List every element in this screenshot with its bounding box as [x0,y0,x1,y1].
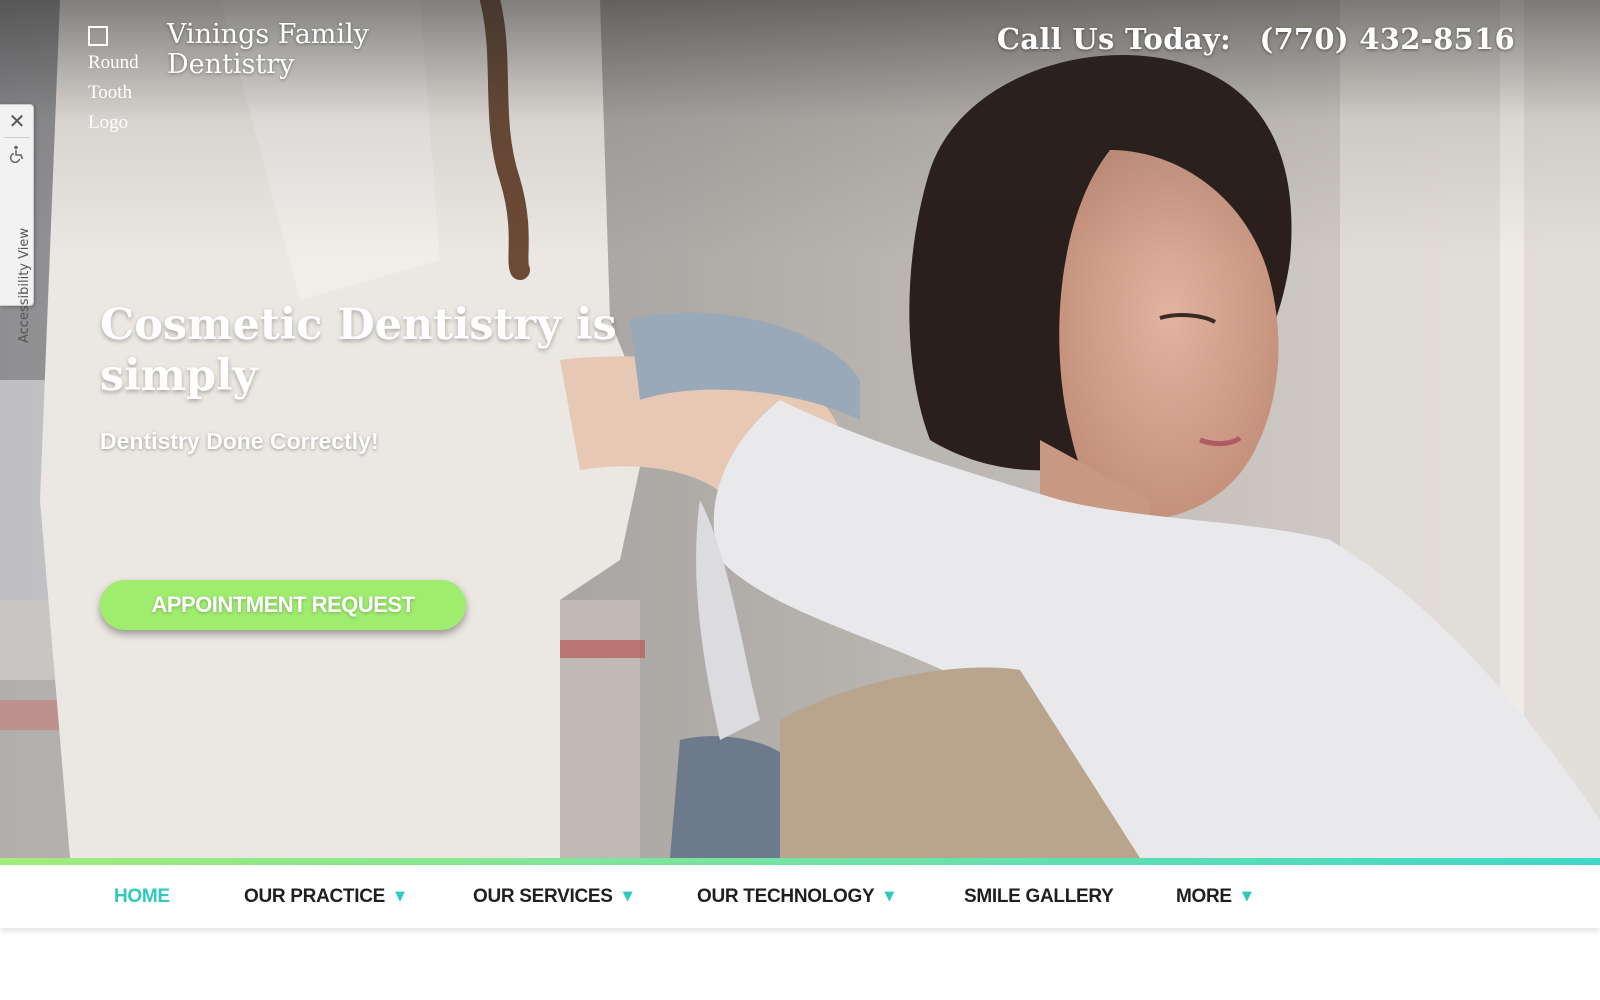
wheelchair-icon [9,145,24,163]
site-logo[interactable]: Round Tooth Logo [88,26,150,138]
nav-item-label: OUR TECHNOLOGY [697,885,875,907]
nav-item-label: HOME [114,885,170,907]
broken-image-icon [88,26,108,46]
divider [4,137,30,138]
dropdown-caret-icon: ▼ [1241,889,1252,904]
phone-link[interactable]: (770) 432-8516 [1259,22,1515,56]
nav-item-our-technology[interactable]: OUR TECHNOLOGY ▼ [697,865,894,928]
nav-item-our-practice[interactable]: OUR PRACTICE ▼ [244,865,405,928]
nav-item-smile-gallery[interactable]: SMILE GALLERY [964,865,1114,928]
close-icon[interactable]: ✕ [7,111,27,131]
nav-accent-bar [0,858,1600,865]
accessibility-view-label: Accessibility View [17,228,32,343]
logo-alt-text: Round [88,52,139,73]
nav-item-our-services[interactable]: OUR SERVICES ▼ [473,865,633,928]
brand-name[interactable]: Vinings Family Dentistry [167,20,397,80]
dropdown-caret-icon: ▼ [622,889,633,904]
nav-item-label: OUR SERVICES [473,885,613,907]
logo-alt-text: Logo [88,112,129,133]
dropdown-caret-icon: ▼ [395,889,405,904]
hero-headline: Cosmetic Dentistry is simply [100,300,617,401]
nav-item-label: SMILE GALLERY [964,885,1114,907]
nav-item-more[interactable]: MORE ▼ [1176,865,1252,928]
hero-subheadline: Dentistry Done Correctly! [100,428,379,454]
logo-alt-text: Tooth [88,82,133,103]
main-nav: HOME OUR PRACTICE ▼ OUR SERVICES ▼ OUR T… [0,865,1600,928]
call-label: Call Us Today: [996,22,1232,56]
call-us-block: Call Us Today: (770) 432-8516 [997,22,1515,56]
appointment-request-button[interactable]: APPOINTMENT REQUEST [100,580,466,630]
nav-item-label: OUR PRACTICE [244,885,386,907]
accessibility-view-tab[interactable]: ✕ Accessibility View [0,104,34,343]
dropdown-caret-icon: ▼ [884,889,895,904]
nav-item-home[interactable]: HOME [114,865,170,928]
nav-item-label: MORE [1176,885,1232,907]
